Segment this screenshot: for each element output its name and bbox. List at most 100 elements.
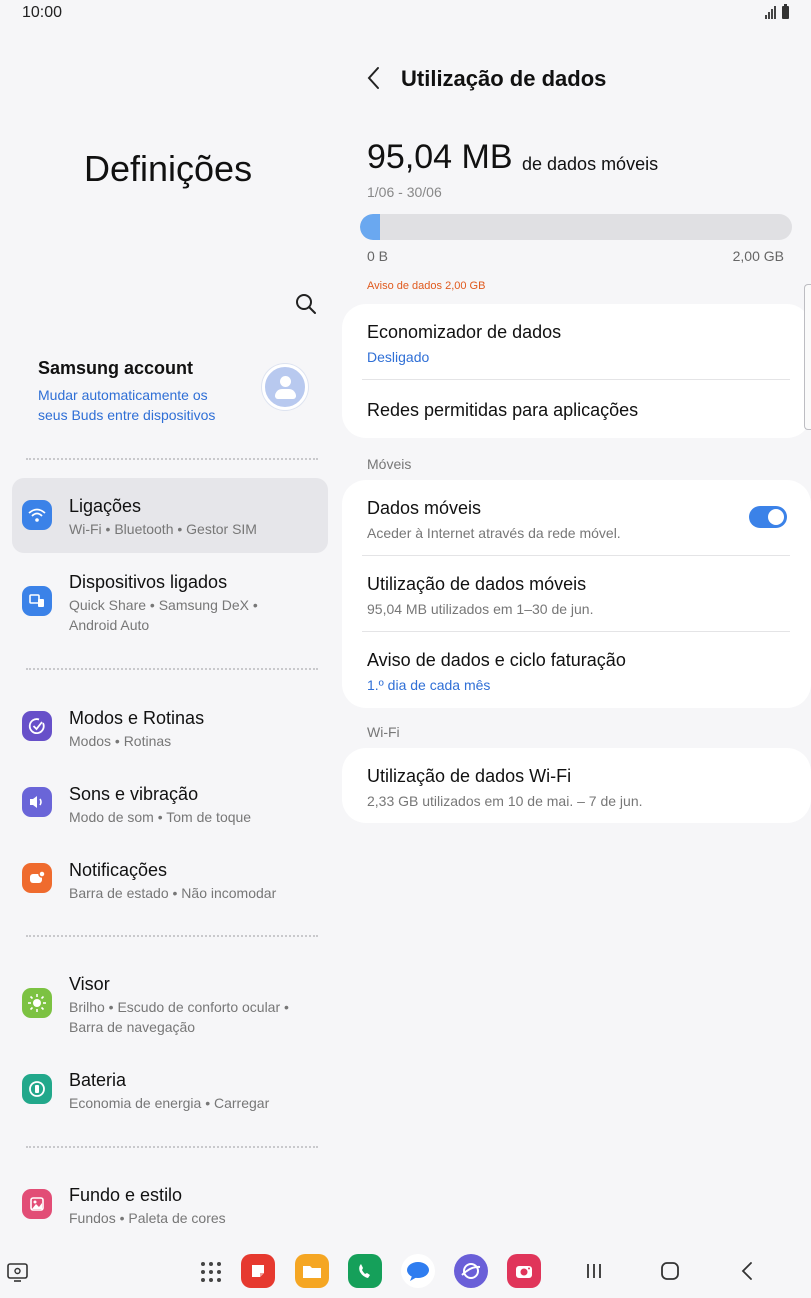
menu-item-dispositivos-ligados[interactable]: Dispositivos ligados Quick Share • Samsu… [12,556,328,646]
data-warning-label: Aviso de dados 2,00 GB [367,280,486,292]
recent-apps-icon [587,1264,601,1278]
samsung-account[interactable]: Samsung account Mudar automaticamente os… [38,358,328,428]
usage-min-label: 0 B [367,248,389,264]
menu-label: Modos e Rotinas [69,708,205,728]
menu-label: Dispositivos ligados [69,572,228,592]
navigation-bar [0,1238,811,1298]
menu-item-modos-rotinas[interactable]: Modos e Rotinas Modos • Rotinas [12,694,328,764]
phone-app-icon[interactable] [348,1254,382,1288]
messages-app-icon[interactable] [401,1254,435,1288]
menu-label: Ligações [69,496,142,516]
menu-item-bateria[interactable]: Bateria Economia de energia • Carregar [12,1058,328,1128]
usage-period: 1/06 - 30/06 [367,184,442,200]
notification-icon [22,863,52,893]
camera-app-icon[interactable] [507,1254,541,1288]
edge-panel-handle[interactable] [804,284,811,430]
monitor-icon [7,1263,28,1282]
files-app-icon[interactable] [295,1254,329,1288]
menu-item-notificacoes[interactable]: Notificações Barra de estado • Não incom… [12,846,328,916]
row-title: Dados móveis [367,498,482,518]
row-divider [362,379,790,380]
recent-apps-button[interactable] [584,1258,604,1284]
back-nav-button[interactable] [737,1258,757,1284]
row-sub: 95,04 MB utilizados em 1–30 de jun. [367,601,594,617]
menu-item-fundo-estilo[interactable]: Fundo e estilo Fundos • Paleta de cores [12,1173,328,1243]
menu-label: Bateria [69,1070,127,1090]
avatar[interactable] [262,364,308,410]
battery-icon [22,1074,52,1104]
internet-app-icon[interactable] [454,1254,488,1288]
row-title: Redes permitidas para aplicações [367,400,639,420]
wifi-data-usage-row[interactable]: Utilização de dados Wi-Fi 2,33 GB utiliz… [367,766,789,810]
menu-sub: Quick Share • Samsung DeX • Android Auto [69,597,258,633]
data-saver-card: Economizador de dados Desligado Redes pe… [342,304,811,438]
speaker-icon [22,787,52,817]
row-sub: 2,33 GB utilizados em 10 de mai. – 7 de … [367,793,643,809]
usage-progress-fill [360,214,380,240]
status-time: 10:00 [22,4,63,21]
menu-item-sons-vibracao[interactable]: Sons e vibração Modo de som • Tom de toq… [12,770,328,840]
check-circle-icon [22,711,52,741]
usage-unit: de dados móveis [522,154,659,174]
row-sub: Desligado [367,349,430,365]
status-icons [765,4,789,19]
mobile-data-usage-row[interactable]: Utilização de dados móveis 95,04 MB util… [367,574,789,618]
divider [26,1146,318,1148]
allowed-networks-row[interactable]: Redes permitidas para aplicações [367,400,789,424]
status-bar: 10:00 [0,0,811,28]
row-sub: 1.º dia de cada mês [367,677,491,693]
palette-icon [22,1189,52,1219]
row-divider [362,631,790,632]
mobile-data-toggle[interactable] [749,506,787,528]
chevron-left-icon [367,67,379,89]
settings-list-panel: Definições Samsung account Mudar automat… [0,28,340,1238]
wifi-card: Utilização de dados Wi-Fi 2,33 GB utiliz… [342,748,811,823]
menu-sub: Wi-Fi • Bluetooth • Gestor SIM [69,521,257,537]
data-usage-panel: Utilização de dados 95,04 MB de dados mó… [340,28,811,1238]
page-title: Definições [84,148,253,189]
usage-max-label: 2,00 GB [732,248,784,264]
menu-label: Notificações [69,860,168,880]
menu-sub: Economia de energia • Carregar [69,1095,270,1111]
section-label-wifi: Wi-Fi [367,724,400,740]
row-sub: Aceder à Internet através da rede móvel. [367,525,621,541]
row-title: Utilização de dados móveis [367,574,587,594]
menu-item-ligacoes[interactable]: Ligações Wi-Fi • Bluetooth • Gestor SIM [12,478,328,553]
usage-progress-bar [360,214,792,240]
divider [26,935,318,937]
account-subtitle: Mudar automaticamente os seus Buds entre… [38,387,216,423]
home-button[interactable] [659,1258,681,1284]
menu-label: Sons e vibração [69,784,199,804]
battery-status-icon [782,4,789,19]
mobile-data-row[interactable]: Dados móveis Aceder à Internet através d… [367,498,789,542]
search-icon [296,294,316,314]
search-button[interactable] [292,290,320,318]
section-label-mobile: Móveis [367,456,412,472]
row-divider [362,555,790,556]
menu-sub: Modo de som • Tom de toque [69,809,252,825]
menu-label: Visor [69,974,110,994]
screen-cast-button[interactable] [6,1262,30,1284]
menu-sub: Brilho • Escudo de conforto ocular • Bar… [69,999,289,1035]
sun-icon [22,988,52,1018]
billing-cycle-row[interactable]: Aviso de dados e ciclo faturação 1.º dia… [367,650,789,694]
data-usage-title: Utilização de dados [401,66,607,91]
row-title: Utilização de dados Wi-Fi [367,766,572,786]
wifi-icon [22,500,52,530]
menu-item-visor[interactable]: Visor Brilho • Escudo de conforto ocular… [12,962,328,1042]
menu-sub: Barra de estado • Não incomodar [69,885,277,901]
back-button[interactable] [364,64,384,92]
divider [26,668,318,670]
home-icon [661,1262,679,1280]
menu-sub: Modos • Rotinas [69,733,172,749]
apps-grid-icon[interactable] [201,1262,221,1282]
data-saver-row[interactable]: Economizador de dados Desligado [367,322,789,366]
usage-amount: 95,04 MB [367,138,513,176]
menu-sub: Fundos • Paleta de cores [69,1210,226,1226]
row-title: Aviso de dados e ciclo faturação [367,650,626,670]
devices-icon [22,586,52,616]
notes-app-icon[interactable] [241,1254,275,1288]
divider [26,458,318,460]
row-title: Economizador de dados [367,322,562,342]
chevron-left-icon [741,1262,752,1280]
